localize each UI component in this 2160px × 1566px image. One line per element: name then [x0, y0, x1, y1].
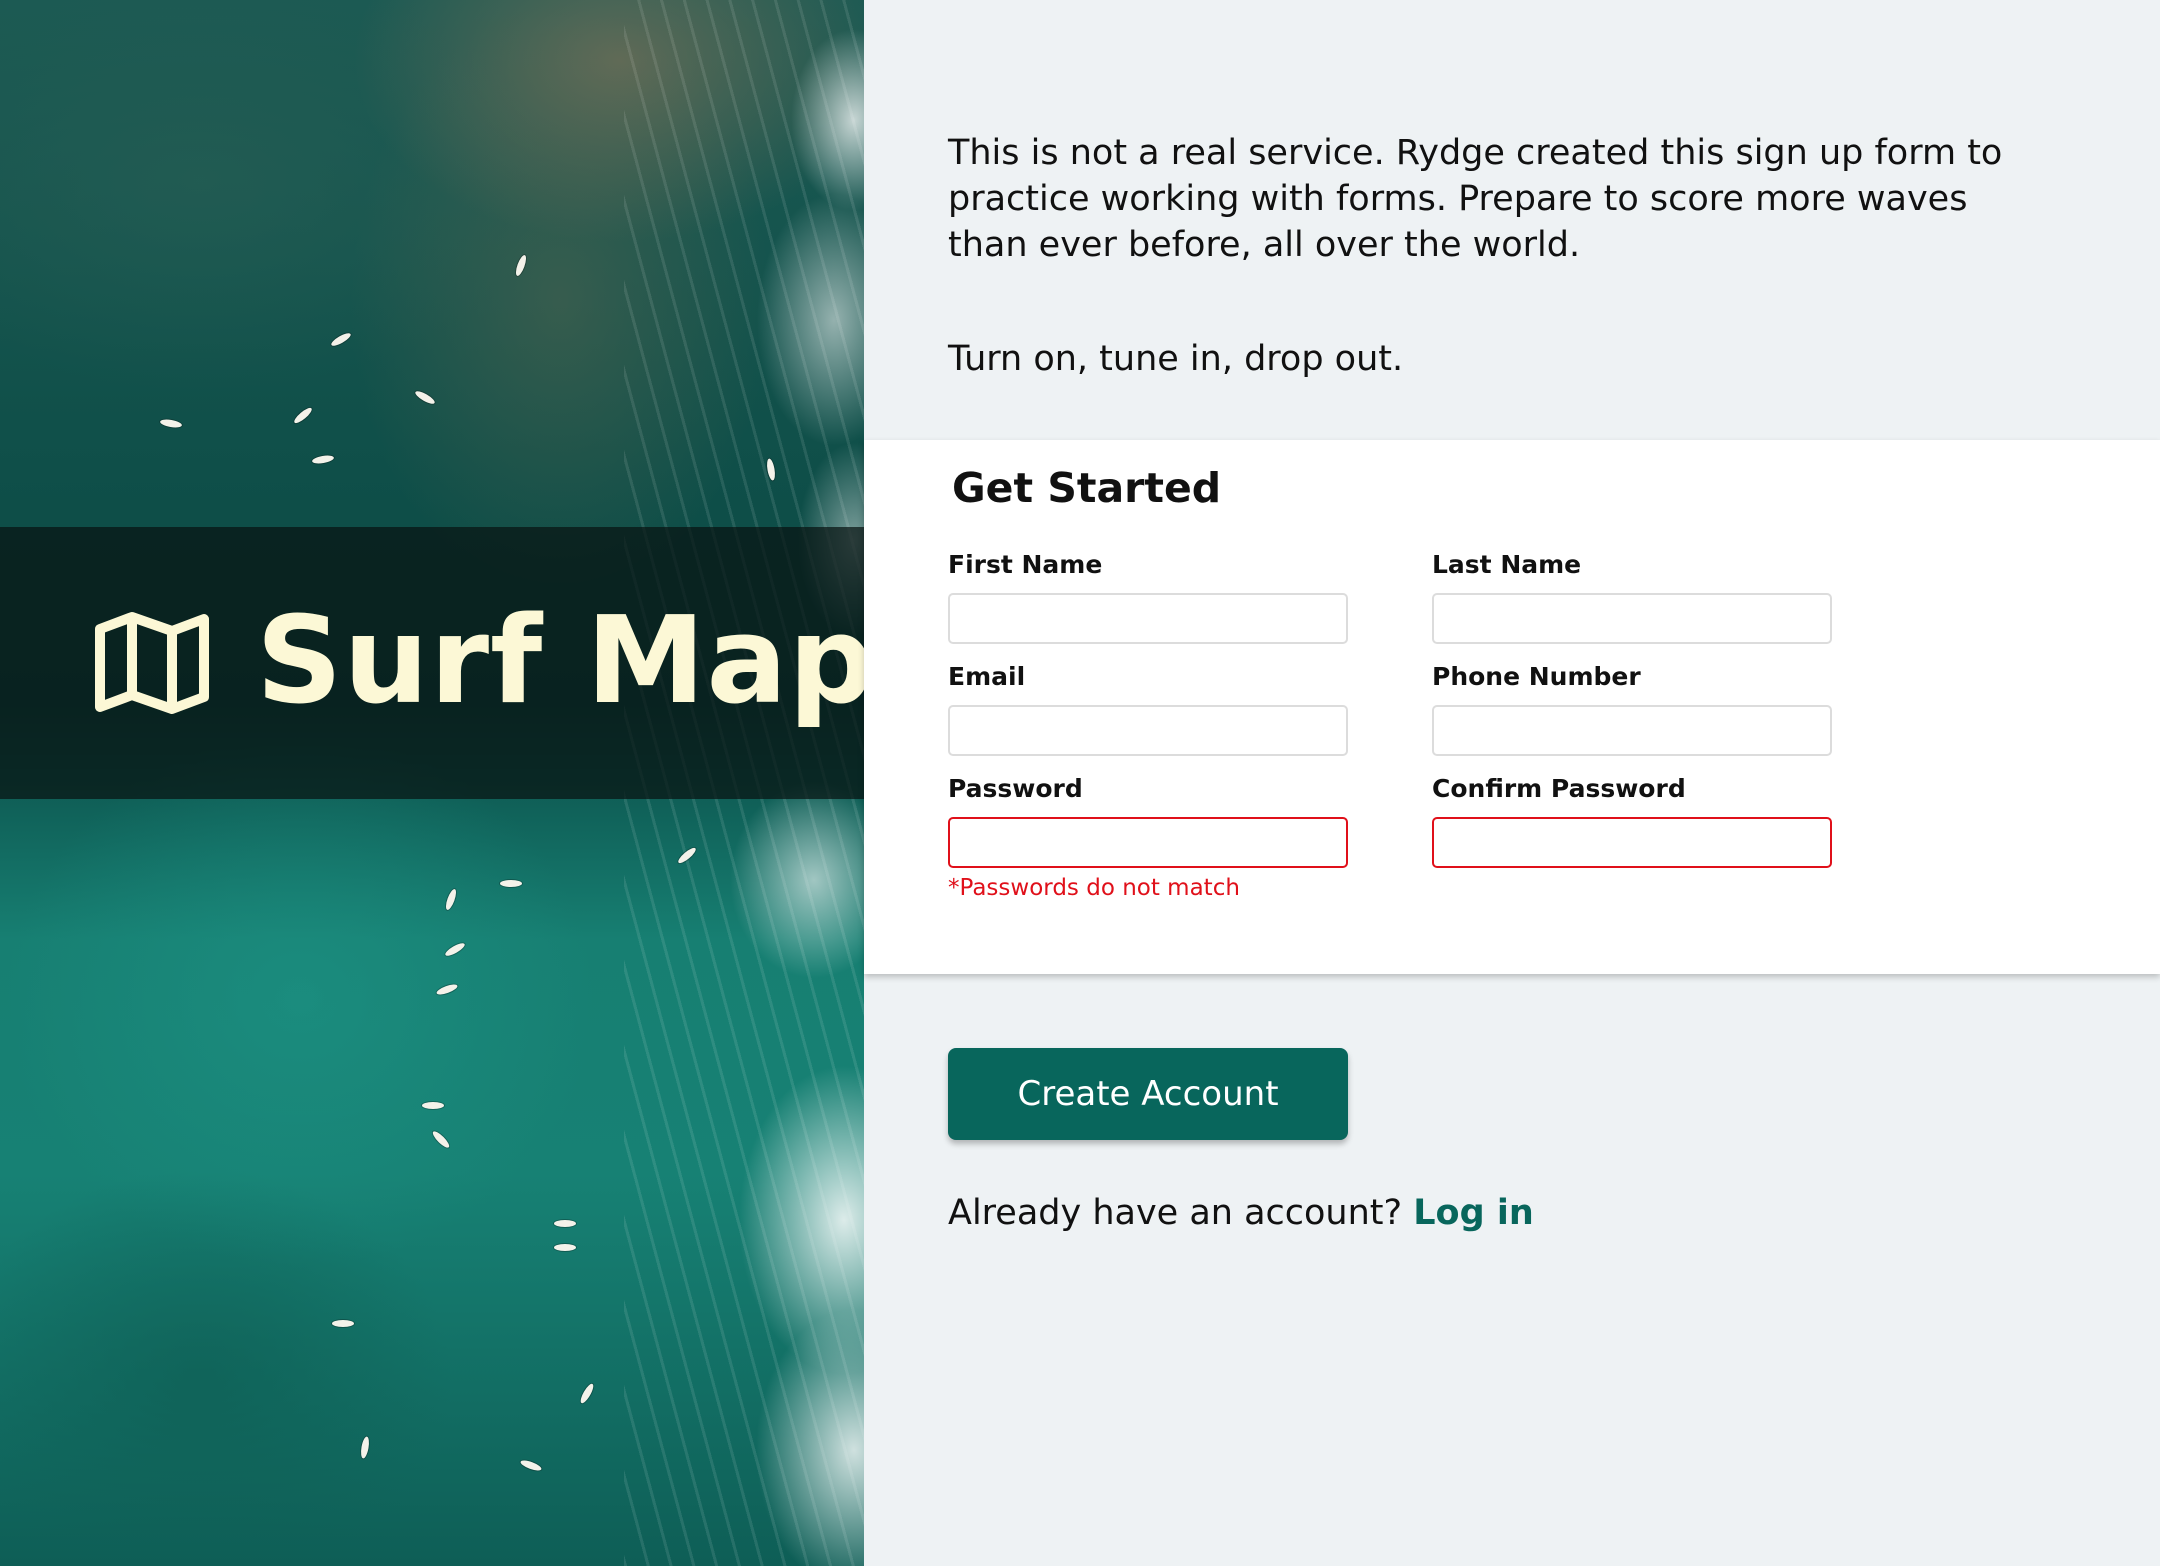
surfer: [159, 418, 183, 429]
intro-section: This is not a real service. Rydge create…: [948, 130, 2048, 382]
intro-paragraph: This is not a real service. Rydge create…: [948, 133, 2003, 265]
signup-form: Get Started First Name Last Name Email P…: [864, 440, 2160, 974]
password-field-group: Password *Passwords do not match: [948, 774, 1348, 902]
surfer: [413, 388, 437, 407]
password-label: Password: [948, 774, 1083, 803]
surfer: [443, 887, 459, 912]
surfer: [519, 1458, 543, 1473]
first-name-field-group: First Name: [948, 550, 1348, 644]
surfer: [422, 1102, 444, 1109]
surfer: [578, 1382, 596, 1405]
surfer: [292, 405, 314, 426]
confirm-password-input[interactable]: [1432, 817, 1832, 868]
hero-image: Surf Map: [0, 0, 864, 1566]
phone-input[interactable]: [1432, 705, 1832, 756]
last-name-input[interactable]: [1432, 593, 1832, 644]
map-icon: [95, 612, 209, 714]
surfer: [554, 1220, 576, 1227]
first-name-input[interactable]: [948, 593, 1348, 644]
form-heading: Get Started: [952, 464, 1222, 512]
brand-title: Surf Map: [256, 592, 864, 731]
email-label: Email: [948, 662, 1026, 691]
login-link[interactable]: Log in: [1413, 1193, 1534, 1233]
brand-banner: Surf Map: [0, 527, 864, 799]
surfer: [554, 1244, 576, 1251]
surfer: [311, 454, 335, 465]
password-error-message: *Passwords do not match: [948, 875, 1240, 901]
intro-tagline: Turn on, tune in, drop out.: [948, 339, 1404, 379]
surfer: [332, 1320, 354, 1327]
phone-field-group: Phone Number: [1432, 662, 1832, 756]
signup-page: Surf Map This is not a real service. Ryd…: [0, 0, 2160, 1566]
surfer: [435, 982, 459, 997]
surfer: [500, 880, 522, 887]
surfer: [513, 253, 529, 278]
surfer: [359, 1436, 371, 1459]
surfer: [443, 940, 467, 959]
login-prompt-line: Already have an account? Log in: [948, 1190, 1534, 1236]
last-name-label: Last Name: [1432, 550, 1582, 579]
surfer: [329, 330, 353, 349]
create-account-button[interactable]: Create Account: [948, 1048, 1348, 1140]
phone-label: Phone Number: [1432, 662, 1641, 691]
confirm-password-field-group: Confirm Password: [1432, 774, 1832, 868]
last-name-field-group: Last Name: [1432, 550, 1832, 644]
login-prompt-text: Already have an account?: [948, 1193, 1403, 1233]
first-name-label: First Name: [948, 550, 1103, 579]
confirm-password-label: Confirm Password: [1432, 774, 1686, 803]
email-field-group: Email: [948, 662, 1348, 756]
password-input[interactable]: [948, 817, 1348, 868]
surfer: [430, 1129, 452, 1150]
email-input[interactable]: [948, 705, 1348, 756]
